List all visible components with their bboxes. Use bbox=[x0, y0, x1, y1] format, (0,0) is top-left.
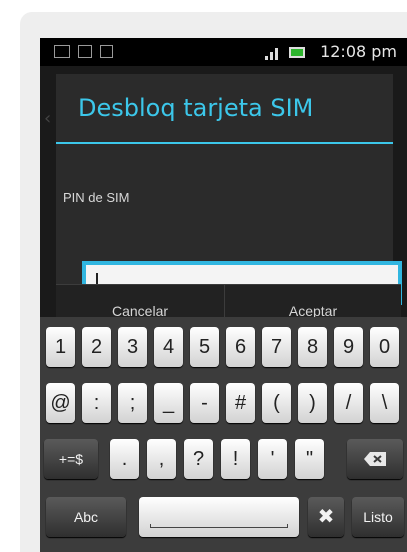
key-open-paren[interactable]: ( bbox=[262, 383, 291, 423]
key-close-paren[interactable]: ) bbox=[298, 383, 327, 423]
key-colon[interactable]: : bbox=[82, 383, 111, 423]
image-icon bbox=[78, 45, 92, 58]
key-semicolon[interactable]: ; bbox=[118, 383, 147, 423]
key-apostrophe[interactable]: ' bbox=[258, 439, 287, 479]
keyboard-row-numbers: 1 2 3 4 5 6 7 8 9 0 bbox=[40, 327, 407, 379]
key-more-symbols[interactable]: +=$ bbox=[44, 439, 98, 479]
status-bar: 12:08 pm bbox=[40, 38, 407, 66]
pin-label: PIN de SIM bbox=[63, 190, 130, 205]
key-1[interactable]: 1 bbox=[46, 327, 75, 367]
abc-key[interactable]: Abc bbox=[46, 497, 126, 537]
key-comma[interactable]: , bbox=[147, 439, 176, 479]
tools-icon: ✖ bbox=[317, 506, 335, 528]
key-9[interactable]: 9 bbox=[334, 327, 363, 367]
signal-icon bbox=[265, 48, 278, 60]
keyboard-icon bbox=[54, 45, 70, 58]
key-period[interactable]: . bbox=[110, 439, 139, 479]
dialog-title: Desbloq tarjeta SIM bbox=[78, 94, 314, 122]
backspace-key[interactable] bbox=[347, 439, 403, 479]
keyboard-row-symbols: @ : ; _ - # ( ) / \ bbox=[40, 383, 407, 435]
page-frame: 12:08 pm ‹ Desbloq tarjeta SIM PIN de SI… bbox=[0, 0, 407, 552]
key-3[interactable]: 3 bbox=[118, 327, 147, 367]
key-4[interactable]: 4 bbox=[154, 327, 183, 367]
key-double-quote[interactable]: " bbox=[295, 439, 324, 479]
space-key[interactable] bbox=[139, 497, 299, 537]
backspace-icon bbox=[364, 452, 386, 466]
tools-key[interactable]: ✖ bbox=[308, 497, 344, 537]
key-8[interactable]: 8 bbox=[298, 327, 327, 367]
chevron-left-icon: ‹ bbox=[44, 108, 52, 129]
done-key[interactable]: Listo bbox=[352, 497, 404, 537]
key-question[interactable]: ? bbox=[184, 439, 213, 479]
battery-icon bbox=[289, 47, 305, 58]
key-slash[interactable]: / bbox=[334, 383, 363, 423]
key-5[interactable]: 5 bbox=[190, 327, 219, 367]
status-time: 12:08 pm bbox=[320, 42, 397, 61]
key-2[interactable]: 2 bbox=[82, 327, 111, 367]
keyboard: 1 2 3 4 5 6 7 8 9 0 @ : ; _ - # ( ) / \ … bbox=[40, 317, 407, 552]
key-backslash[interactable]: \ bbox=[370, 383, 399, 423]
key-0[interactable]: 0 bbox=[370, 327, 399, 367]
key-6[interactable]: 6 bbox=[226, 327, 255, 367]
title-divider bbox=[56, 142, 393, 144]
key-hyphen[interactable]: - bbox=[190, 383, 219, 423]
key-hash[interactable]: # bbox=[226, 383, 255, 423]
keyboard-row-bottom: Abc ✖ Listo bbox=[40, 497, 407, 549]
key-at[interactable]: @ bbox=[46, 383, 75, 423]
keyboard-row-punctuation: +=$ . , ? ! ' " bbox=[40, 439, 407, 491]
key-exclamation[interactable]: ! bbox=[221, 439, 250, 479]
key-underscore[interactable]: _ bbox=[154, 383, 183, 423]
checkbox-icon bbox=[100, 45, 113, 58]
key-7[interactable]: 7 bbox=[262, 327, 291, 367]
space-icon bbox=[150, 524, 288, 528]
